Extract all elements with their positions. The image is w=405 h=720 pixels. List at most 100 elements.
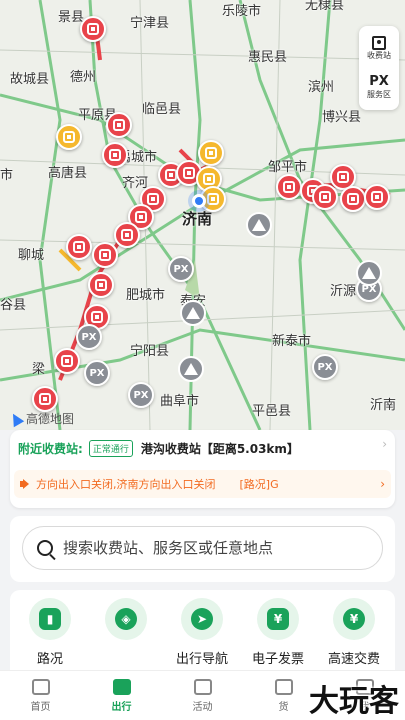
toll-station-pin[interactable] (114, 222, 140, 248)
amap-arrow-icon (7, 410, 25, 427)
nearby-info-card: 附近收费站: 正常通行 港沟收费站【距离5.03km】 › 方向出入口关闭,济南… (10, 430, 395, 508)
toll-station-pin-warning[interactable] (56, 124, 82, 150)
city-label: 博兴县 (322, 110, 362, 125)
toll-station-pin[interactable] (102, 142, 128, 168)
toll-station-pin[interactable] (364, 184, 390, 210)
toll-station-filter-button[interactable]: 收费站 (367, 36, 391, 61)
toll-station-pin[interactable] (106, 112, 132, 138)
city-label: 平邑县 (252, 404, 292, 419)
car-icon[interactable] (178, 356, 204, 382)
tab-label: 出行 (111, 701, 132, 713)
city-label: 梁 (32, 362, 46, 377)
payment-icon-circle: ¥ (333, 598, 375, 640)
toll-gate-icon (109, 149, 121, 161)
nearby-station-name: 港沟收费站【距离5.03km】 (140, 441, 299, 456)
service-area-filter-button[interactable]: PX 服务区 (367, 74, 391, 100)
city-label: 曲阜市 (160, 394, 200, 409)
nearby-title: 附近收费站: (18, 441, 83, 456)
city-label: 无棣县 (305, 0, 345, 13)
tab-label: 活动 (192, 701, 213, 713)
city-label: 谷县 (0, 298, 27, 313)
tab-home[interactable]: 首页 (0, 671, 81, 720)
chevron-right-icon[interactable]: › (382, 437, 387, 451)
toll-station-pin[interactable] (54, 348, 80, 374)
quick-action-e-invoice[interactable]: ¥ 电子发票 (246, 598, 310, 667)
current-location-icon (192, 194, 206, 208)
navigation-icon: ➤ (191, 608, 213, 630)
toll-gate-icon (73, 241, 85, 253)
toll-station-filter-label: 收费站 (367, 51, 391, 61)
service-area-pin[interactable]: PX (168, 256, 194, 282)
toll-gate-icon (205, 147, 217, 159)
toll-station-icon (372, 36, 386, 51)
service-area-pin[interactable]: PX (128, 382, 154, 408)
warning-icon[interactable] (180, 300, 206, 326)
toll-station-pin[interactable] (88, 272, 114, 298)
search-bar[interactable] (22, 526, 383, 570)
search-input[interactable] (63, 539, 363, 557)
toll-gate-icon (207, 193, 219, 205)
quick-action-navigation[interactable]: ➤ 出行导航 (170, 598, 234, 667)
map-view[interactable]: 景县 宁津县 乐陵市 无棣县 故城县 德州 惠民县 滨州 平原县 临邑县 博兴县… (0, 0, 405, 430)
city-label: 宁阳县 (130, 344, 170, 359)
navigation-icon-circle: ➤ (181, 598, 223, 640)
speaker-icon (20, 479, 30, 489)
toll-station-pin[interactable] (80, 16, 106, 42)
toll-station-pin[interactable] (92, 242, 118, 268)
city-label: 沂源 (330, 284, 357, 299)
toll-station-pin[interactable] (312, 184, 338, 210)
home-icon (31, 678, 50, 695)
city-label: 肥城市 (126, 288, 166, 303)
warning-icon[interactable] (356, 260, 382, 286)
quick-action-compass[interactable]: ◈ (94, 598, 158, 648)
map-provider-name: 高德地图 (26, 412, 75, 426)
notice-tag: [路况]G (239, 478, 279, 491)
city-label: 市 (0, 168, 14, 183)
quick-action-label: 高速交费 (327, 652, 380, 667)
toll-gate-icon (337, 171, 349, 183)
toll-gate-icon (61, 355, 73, 367)
city-label: 宁津县 (130, 16, 170, 31)
toll-station-pin-warning[interactable] (198, 140, 224, 166)
toll-gate-icon (183, 167, 195, 179)
toll-gate-icon (203, 173, 215, 185)
quick-action-highway-payment[interactable]: ¥ 高速交费 (322, 598, 386, 667)
toll-gate-icon (121, 229, 133, 241)
toll-gate-icon (63, 131, 75, 143)
gift-icon (193, 678, 212, 695)
tab-label: 货 (278, 701, 289, 713)
city-label: 惠民县 (248, 50, 288, 65)
chevron-right-icon[interactable]: › (380, 477, 385, 491)
service-area-filter-label: 服务区 (367, 89, 391, 99)
invoice-icon: ¥ (267, 608, 289, 630)
city-label: 故城县 (10, 72, 50, 87)
toll-station-pin[interactable] (340, 186, 366, 212)
road-icon (112, 678, 131, 695)
city-label: 新泰市 (272, 334, 312, 349)
warning-icon[interactable] (246, 212, 272, 238)
quick-action-road-conditions[interactable]: ▮ 路况 (18, 598, 82, 667)
watermark: 大玩客 (309, 684, 399, 719)
service-area-pin[interactable]: PX (84, 360, 110, 386)
toll-gate-icon (135, 211, 147, 223)
notice-text: 方向出入口关闭,济南方向出入口关闭 (36, 478, 216, 491)
toll-gate-icon (283, 181, 295, 193)
road-icon: ▮ (39, 608, 61, 630)
map-layer-controls: 收费站 PX 服务区 (359, 26, 399, 110)
service-area-pin[interactable]: PX (312, 354, 338, 380)
toll-station-pin[interactable] (276, 174, 302, 200)
toll-station-pin[interactable] (32, 386, 58, 412)
tab-label: 首页 (30, 701, 51, 713)
toll-gate-icon (39, 393, 51, 405)
search-icon (37, 540, 53, 556)
quick-actions: ▮ 路况 ◈ ➤ 出行导航 ¥ 电子发票 ¥ 高速交费 (10, 590, 395, 680)
city-label: 乐陵市 (222, 4, 262, 19)
service-area-pin[interactable]: PX (76, 324, 102, 350)
nearby-toll-station-row[interactable]: 附近收费站: 正常通行 港沟收费站【距离5.03km】 (18, 435, 387, 461)
toll-station-pin[interactable] (66, 234, 92, 260)
traffic-notice-banner[interactable]: 方向出入口关闭,济南方向出入口关闭 [路况]G › (14, 470, 391, 498)
tab-activity[interactable]: 活动 (162, 671, 243, 720)
truck-icon (274, 678, 293, 695)
map-provider-logo: 高德地图 (7, 410, 75, 427)
tab-travel[interactable]: 出行 (81, 671, 162, 720)
